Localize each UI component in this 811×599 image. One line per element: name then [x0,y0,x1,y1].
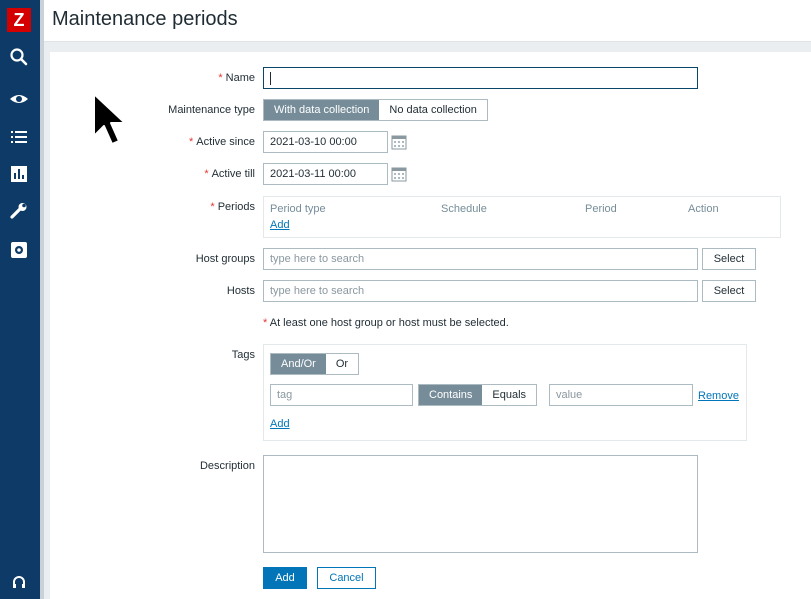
tag-value-input[interactable]: value [549,384,693,406]
headset-icon[interactable] [8,572,30,594]
maintenance-type-label: Maintenance type [168,104,255,116]
tags-label: Tags [231,349,255,361]
list-icon[interactable] [8,126,30,148]
wrench-icon[interactable] [8,200,30,222]
host-required-note: * At least one host group or host must b… [263,317,509,329]
period-header: Period [585,203,617,215]
host-groups-input[interactable]: type here to search [263,248,698,270]
host-groups-label: Host groups [195,253,255,265]
periods-label: * Periods [210,201,255,213]
with-data-collection-option[interactable]: With data collection [264,100,380,120]
contains-option[interactable]: Contains [419,385,483,405]
cancel-button[interactable]: Cancel [317,567,376,589]
active-till-input[interactable]: 2021-03-11 00:00 [263,163,388,185]
active-since-label: * Active since [189,136,255,148]
hosts-select-button[interactable]: Select [702,280,756,302]
no-data-collection-option[interactable]: No data collection [379,100,486,120]
name-input[interactable] [263,67,698,89]
action-header: Action [688,203,719,215]
gear-icon[interactable] [8,239,30,261]
page-header: Maintenance periods [44,0,811,42]
and-or-option[interactable]: And/Or [271,354,326,374]
period-type-header: Period type [270,203,326,215]
mouse-pointer-icon [93,93,126,145]
sidebar-edge [40,0,44,599]
sidebar: Z [0,0,40,599]
calendar-icon[interactable] [391,166,407,182]
calendar-icon[interactable] [391,134,407,150]
tag-operator-toggle: Contains Equals [418,384,538,406]
hosts-label: Hosts [226,285,255,297]
name-label: * Name [218,72,255,84]
hosts-input[interactable]: type here to search [263,280,698,302]
active-since-input[interactable]: 2021-03-10 00:00 [263,131,388,153]
chart-icon[interactable] [8,163,30,185]
or-option[interactable]: Or [326,354,358,374]
search-icon[interactable] [8,46,30,68]
eye-icon[interactable] [8,88,30,110]
description-textarea[interactable] [263,455,698,553]
schedule-header: Schedule [441,203,487,215]
maintenance-type-toggle: With data collection No data collection [263,99,488,121]
equals-option[interactable]: Equals [482,385,536,405]
active-till-label: * Active till [204,168,255,180]
add-period-link[interactable]: Add [270,219,290,231]
tag-name-input[interactable]: tag [270,384,413,406]
host-groups-select-button[interactable]: Select [702,248,756,270]
zabbix-logo[interactable]: Z [7,8,31,32]
description-label: Description [199,460,255,472]
tags-evaltype-toggle: And/Or Or [270,353,360,375]
page-title: Maintenance periods [52,8,238,30]
remove-tag-link[interactable]: Remove [698,390,739,402]
add-button[interactable]: Add [263,567,307,589]
add-tag-link[interactable]: Add [270,418,290,430]
